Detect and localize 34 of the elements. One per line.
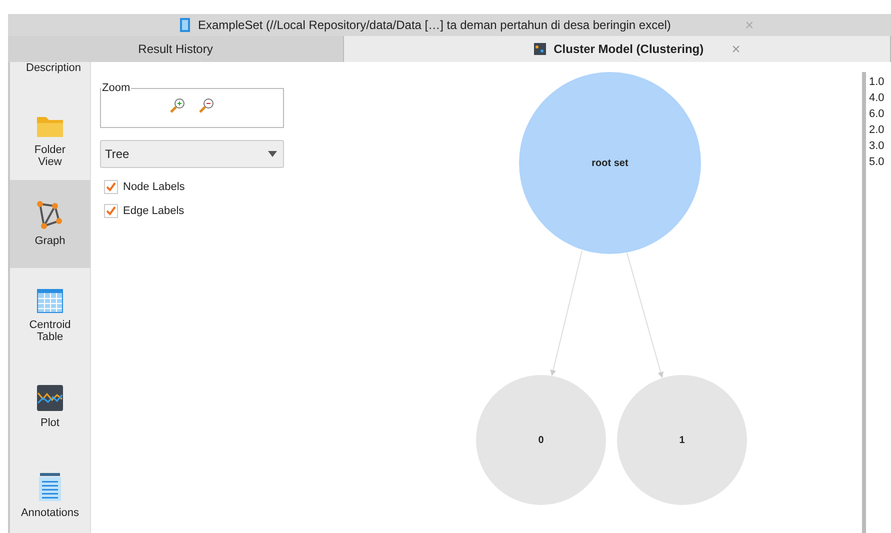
checkbox-label: Node Labels [123, 181, 185, 193]
sidebar-item[interactable]: Plot [10, 364, 90, 450]
value-label: 2.0 [869, 123, 886, 138]
value-label: 6.0 [869, 107, 886, 122]
document-tab-title: ExampleSet (//Local Repository/data/Data […] ta deman pertahun di desa beringin excel) [198, 18, 671, 32]
zoom-out-icon[interactable] [199, 98, 214, 113]
layout-dropdown[interactable]: Tree [100, 140, 284, 168]
checkbox[interactable] [104, 204, 118, 218]
value-label: 3.0 [869, 139, 886, 154]
cluster-icon [534, 43, 546, 55]
tab[interactable]: Result History [8, 36, 344, 62]
sidebar-item[interactable]: Folder View [10, 102, 90, 180]
value-label: 4.0 [869, 91, 886, 106]
zoom-panel-title: Zoom [101, 82, 132, 94]
table-icon [180, 18, 190, 32]
sidebar-item[interactable]: Annotations [10, 450, 90, 533]
caret-icon [268, 151, 277, 157]
sidebar-item[interactable]: Description [10, 62, 90, 102]
chart-icon [37, 385, 63, 411]
sidebar-item[interactable]: Graph [10, 180, 90, 268]
tab[interactable]: Cluster Model (Clustering) × [344, 36, 891, 62]
graph-icon [37, 201, 63, 229]
folder-icon [36, 114, 64, 138]
checkbox-label: Edge Labels [123, 205, 184, 217]
notepad-icon [39, 473, 61, 501]
checkbox[interactable] [104, 180, 118, 194]
graph-node[interactable]: 1 [617, 375, 747, 505]
graph-node[interactable]: root set [519, 72, 701, 254]
value-label: 1.0 [869, 75, 886, 90]
zoom-in-icon[interactable] [170, 98, 185, 113]
value-label: 5.0 [869, 155, 886, 170]
table-icon [37, 289, 63, 313]
sidebar-item[interactable]: Centroid Table [10, 268, 90, 364]
graph-node[interactable]: 0 [476, 375, 606, 505]
